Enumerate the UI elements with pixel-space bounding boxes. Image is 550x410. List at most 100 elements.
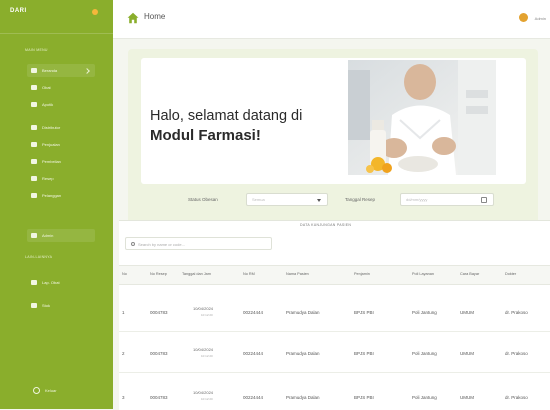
cell-no-rm: 00224444 (243, 395, 264, 400)
section-label-main: MAIN MENU (25, 48, 48, 52)
cell-poli: Poli Jantung (412, 310, 437, 315)
divider (0, 33, 113, 34)
cell-poli: Poli Jantung (412, 395, 437, 400)
cell-cara-bayar: UMUM (460, 351, 474, 356)
cell-penjamin: BPJS PBI (354, 351, 374, 356)
cell-dokter: dr. Prakoso (505, 310, 528, 315)
cell-nama-pasien: Pramudya Dalan (286, 310, 320, 315)
calendar-icon[interactable] (481, 197, 487, 203)
cell-no-resep: 0004783 (150, 395, 168, 400)
cell-jam: 10:12:20 (201, 397, 213, 401)
logout-button[interactable]: Keluar (33, 387, 57, 394)
gear-icon (33, 387, 40, 394)
sidebar-item-resep[interactable]: Resep (27, 172, 95, 185)
cell-penjamin: BPJS PBI (354, 310, 374, 315)
cell-jam: 10:12:20 (201, 313, 213, 317)
table-caption: DATA KUNJUNGAN PASIEN (300, 223, 352, 227)
sidebar-item-label: Pelanggan (42, 193, 62, 198)
welcome-title: Halo, selamat datang di Modul Farmasi! (150, 106, 302, 146)
chevron-down-icon (317, 199, 321, 202)
sidebar-item-label: Stok (42, 303, 51, 308)
col-dokter[interactable]: Dokter (505, 272, 516, 276)
col-poli[interactable]: Poli Layanan (412, 272, 434, 276)
cell-nama-pasien: Pramudya Dalan (286, 395, 320, 400)
sidebar-item-apotik[interactable]: Apotik (27, 98, 95, 111)
cart-icon (31, 142, 37, 147)
cell-no-resep: 0004783 (150, 351, 168, 356)
sidebar: DARI MAIN MENU Beranda Obat Apotik Distr… (0, 0, 113, 409)
status-filter-select[interactable]: Semua (246, 193, 328, 206)
welcome-line-2: Modul Farmasi! (150, 127, 261, 144)
sidebar-item-label: Beranda (42, 68, 58, 73)
cell-nama-pasien: Pramudya Dalan (286, 351, 320, 356)
col-no[interactable]: No (122, 272, 127, 276)
sidebar-item-obat[interactable]: Obat (27, 81, 95, 94)
status-filter-label: Status Obesan (188, 197, 218, 202)
date-filter-label: Tanggal Resep (345, 197, 376, 202)
user-icon (31, 233, 37, 238)
chart-icon (31, 280, 37, 285)
sidebar-item-beranda[interactable]: Beranda (27, 64, 95, 77)
divider (119, 331, 550, 332)
status-filter-value: Semua (252, 197, 265, 202)
user-avatar-icon[interactable] (519, 13, 528, 22)
cell-no: 3 (122, 395, 125, 400)
sidebar-item-pelanggan[interactable]: Pelanggan (27, 189, 95, 202)
store-icon (31, 102, 37, 107)
search-placeholder: Search by name or code... (138, 241, 185, 247)
search-input[interactable]: Search by name or code... (125, 237, 272, 250)
cell-no-rm: 00224444 (243, 351, 264, 356)
divider (119, 372, 550, 373)
cell-no: 1 (122, 310, 125, 315)
home-icon (31, 68, 37, 73)
sidebar-item-pembelian[interactable]: Pembelian (27, 155, 95, 168)
truck-icon (31, 125, 37, 130)
brand-logo[interactable]: DARI (10, 8, 27, 14)
cell-cara-bayar: UMUM (460, 310, 474, 315)
col-no-resep[interactable]: No Resep (150, 272, 167, 276)
date-filter-input[interactable]: dd/mm/yyyy (400, 193, 494, 206)
section-label-other: LAIN-LAINNYA (25, 255, 53, 259)
welcome-line-1: Halo, selamat datang di (150, 108, 303, 124)
sidebar-item-label: Pembelian (42, 159, 61, 164)
search-icon (131, 242, 135, 246)
cell-cara-bayar: UMUM (460, 395, 474, 400)
cell-tanggal: 10/04/2024 (193, 347, 214, 352)
sidebar-item-admin[interactable]: Admin (27, 229, 95, 242)
col-no-rm[interactable]: No RM (243, 272, 255, 276)
sidebar-item-label: Admin (42, 233, 54, 238)
sidebar-item-label: Resep (42, 176, 54, 181)
cell-no: 2 (122, 351, 125, 356)
document-icon (31, 176, 37, 181)
cell-dokter: dr. Prakoso (505, 351, 528, 356)
col-nama-pasien[interactable]: Nama Pasien (286, 272, 309, 276)
box-icon (31, 303, 37, 308)
cell-no-resep: 0004783 (150, 310, 168, 315)
sidebar-item-distributor[interactable]: Distributor (27, 121, 95, 134)
chevron-right-icon (84, 68, 90, 74)
cell-penjamin: BPJS PBI (354, 395, 374, 400)
sidebar-item-penjualan[interactable]: Penjualan (27, 138, 95, 151)
cell-no-rm: 00224444 (243, 310, 264, 315)
sidebar-toggle-icon[interactable] (92, 9, 98, 15)
sidebar-item-label: Apotik (42, 102, 54, 107)
cell-jam: 10:12:20 (201, 354, 213, 358)
table-header: No No Resep Tanggal dan Jam No RM Nama P… (119, 265, 550, 285)
sidebar-item-label: Obat (42, 85, 51, 90)
cell-dokter: dr. Prakoso (505, 395, 528, 400)
logout-label: Keluar (45, 388, 57, 393)
cell-tanggal: 10/04/2024 (193, 306, 214, 311)
sidebar-item-lap-obat[interactable]: Lap. Obat (27, 276, 95, 289)
page-title: Home (144, 12, 166, 21)
topbar: Home Admin (113, 0, 550, 39)
sidebar-item-stok[interactable]: Stok (27, 299, 95, 312)
sidebar-item-label: Penjualan (42, 142, 60, 147)
col-penjamin[interactable]: Penjamin (354, 272, 370, 276)
pharmacist-photo (348, 60, 496, 175)
col-tanggal[interactable]: Tanggal dan Jam (182, 272, 211, 276)
sidebar-item-label: Distributor (42, 125, 61, 130)
date-filter-placeholder: dd/mm/yyyy (406, 197, 428, 202)
users-icon (31, 193, 37, 198)
user-name[interactable]: Admin (535, 16, 546, 21)
col-cara-bayar[interactable]: Cara Bayar (460, 272, 479, 276)
